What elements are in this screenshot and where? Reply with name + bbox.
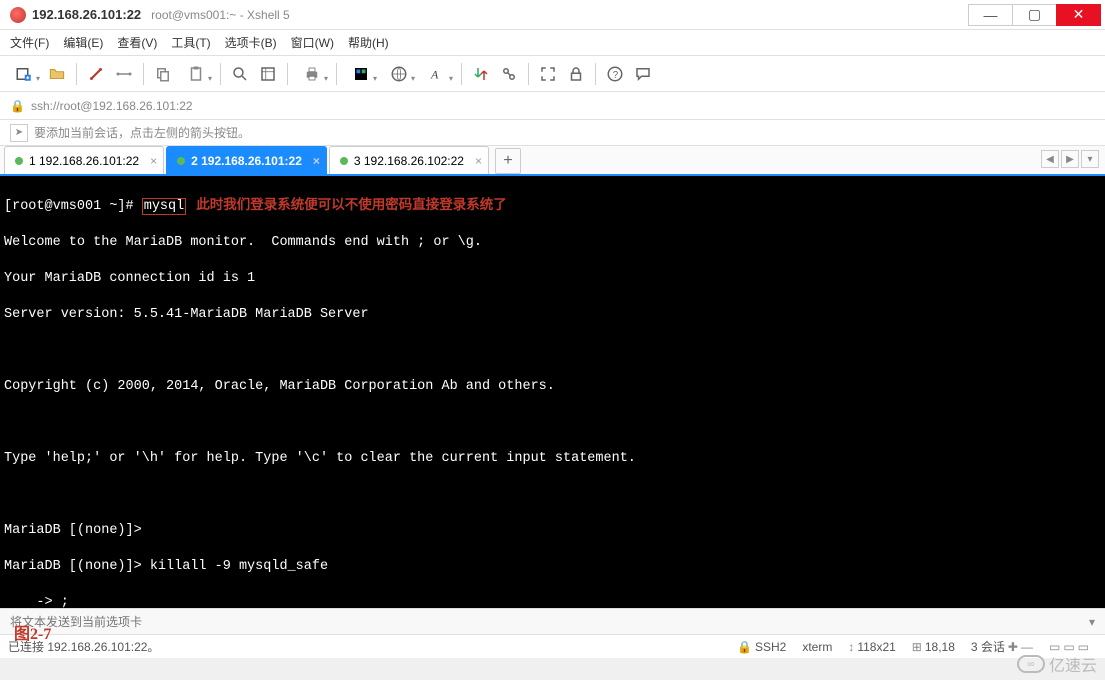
- status-bar: 已连接 192.168.26.101:22。 🔒SSH2 xterm ↕118x…: [0, 634, 1105, 658]
- session-tab-2[interactable]: 2 192.168.26.101:22 ×: [166, 146, 327, 174]
- lock-button[interactable]: [563, 61, 589, 87]
- tab-close-button[interactable]: ×: [313, 154, 320, 168]
- reconnect-button[interactable]: [83, 61, 109, 87]
- add-session-arrow-button[interactable]: ➤: [10, 124, 28, 142]
- status-dot-icon: [15, 157, 23, 165]
- figure-label: 图2-7: [14, 620, 51, 644]
- tab-bar: 1 192.168.26.101:22 × 2 192.168.26.101:2…: [0, 146, 1105, 176]
- caps-icon: ▭: [1049, 640, 1060, 654]
- menu-help[interactable]: 帮助(H): [348, 34, 389, 51]
- search-button[interactable]: [227, 61, 253, 87]
- close-button[interactable]: ✕: [1056, 4, 1101, 26]
- copy-button[interactable]: [150, 61, 176, 87]
- send-text-input[interactable]: [10, 615, 1083, 629]
- tab-close-button[interactable]: ×: [475, 154, 482, 168]
- address-bar[interactable]: 🔒 ssh://root@192.168.26.101:22: [0, 92, 1105, 120]
- toolbar-separator: [287, 63, 288, 85]
- script-button[interactable]: [496, 61, 522, 87]
- scroll-icon: ▭: [1078, 640, 1089, 654]
- lock-icon: 🔒: [10, 99, 25, 113]
- toolbar-separator: [336, 63, 337, 85]
- transfer-button[interactable]: [468, 61, 494, 87]
- toolbar-separator: [143, 63, 144, 85]
- tab-label: 1 192.168.26.101:22: [29, 154, 139, 168]
- tab-label: 2 192.168.26.101:22: [191, 154, 302, 168]
- font-button[interactable]: A: [419, 61, 455, 87]
- new-session-button[interactable]: [6, 61, 42, 87]
- title-main: 192.168.26.101:22: [32, 7, 141, 22]
- svg-text:A: A: [430, 67, 439, 81]
- grid-icon: ⊞: [912, 640, 922, 654]
- annotation-1: 此时我们登录系统便可以不使用密码直接登录系统了: [196, 197, 507, 212]
- status-dot-icon: [340, 157, 348, 165]
- paste-button[interactable]: [178, 61, 214, 87]
- encoding-button[interactable]: [381, 61, 417, 87]
- toolbar: A ?: [0, 56, 1105, 92]
- hint-bar: ➤ 要添加当前会话，点击左侧的箭头按钮。: [0, 120, 1105, 146]
- menu-view[interactable]: 查看(V): [117, 34, 157, 51]
- toolbar-separator: [595, 63, 596, 85]
- menu-window[interactable]: 窗口(W): [291, 34, 334, 51]
- app-icon: [10, 7, 26, 23]
- status-size: 118x21: [857, 640, 895, 654]
- title-sub: root@vms001:~ - Xshell 5: [151, 8, 969, 22]
- terminal-output[interactable]: [root@vms001 ~]# mysql此时我们登录系统便可以不使用密码直接…: [0, 176, 1105, 608]
- status-connection: 已连接 192.168.26.101:22。: [8, 638, 729, 655]
- plus-icon[interactable]: ✚: [1008, 640, 1018, 654]
- menu-tab[interactable]: 选项卡(B): [225, 34, 277, 51]
- tab-label: 3 192.168.26.102:22: [354, 154, 464, 168]
- add-tab-button[interactable]: +: [495, 148, 521, 174]
- toolbar-separator: [76, 63, 77, 85]
- toolbar-separator: [528, 63, 529, 85]
- status-sessions: 3 会话: [971, 638, 1005, 655]
- chat-button[interactable]: [630, 61, 656, 87]
- address-url: ssh://root@192.168.26.101:22: [31, 99, 193, 113]
- status-dot-icon: [177, 157, 185, 165]
- maximize-button[interactable]: ▢: [1012, 4, 1057, 26]
- menu-edit[interactable]: 编辑(E): [63, 34, 103, 51]
- status-protocol: SSH2: [755, 640, 786, 654]
- minimize-button[interactable]: —: [968, 4, 1013, 26]
- tab-list-button[interactable]: ▾: [1081, 150, 1099, 168]
- session-tab-1[interactable]: 1 192.168.26.101:22 ×: [4, 146, 164, 174]
- title-bar: 192.168.26.101:22 root@vms001:~ - Xshell…: [0, 0, 1105, 30]
- tab-scroll-right-button[interactable]: ▶: [1061, 150, 1079, 168]
- status-cursor-pos: 18,18: [925, 640, 955, 654]
- tab-scroll-controls: ◀ ▶ ▾: [1041, 150, 1099, 168]
- num-icon: ▭: [1063, 640, 1074, 654]
- disconnect-button[interactable]: [111, 61, 137, 87]
- menu-file[interactable]: 文件(F): [10, 34, 49, 51]
- session-tab-3[interactable]: 3 192.168.26.102:22 ×: [329, 146, 489, 174]
- help-button[interactable]: ?: [602, 61, 628, 87]
- toolbar-separator: [461, 63, 462, 85]
- hint-text: 要添加当前会话，点击左侧的箭头按钮。: [34, 124, 250, 141]
- open-button[interactable]: [44, 61, 70, 87]
- tab-scroll-left-button[interactable]: ◀: [1041, 150, 1059, 168]
- color-scheme-button[interactable]: [343, 61, 379, 87]
- print-button[interactable]: [294, 61, 330, 87]
- highlight-cmd-mysql: mysql: [142, 198, 187, 215]
- menu-bar: 文件(F) 编辑(E) 查看(V) 工具(T) 选项卡(B) 窗口(W) 帮助(…: [0, 30, 1105, 56]
- send-mode-toggle[interactable]: ▾: [1089, 615, 1095, 629]
- properties-button[interactable]: [255, 61, 281, 87]
- minus-icon[interactable]: —: [1021, 640, 1033, 654]
- tab-close-button[interactable]: ×: [150, 154, 157, 168]
- fullscreen-button[interactable]: [535, 61, 561, 87]
- window-controls: — ▢ ✕: [969, 4, 1101, 26]
- status-term-type: xterm: [802, 640, 832, 654]
- size-icon: ↕: [848, 640, 854, 654]
- svg-text:?: ?: [613, 69, 619, 80]
- menu-tools[interactable]: 工具(T): [171, 34, 210, 51]
- send-text-bar: ▾: [0, 608, 1105, 634]
- toolbar-separator: [220, 63, 221, 85]
- lock-icon: 🔒: [737, 640, 752, 654]
